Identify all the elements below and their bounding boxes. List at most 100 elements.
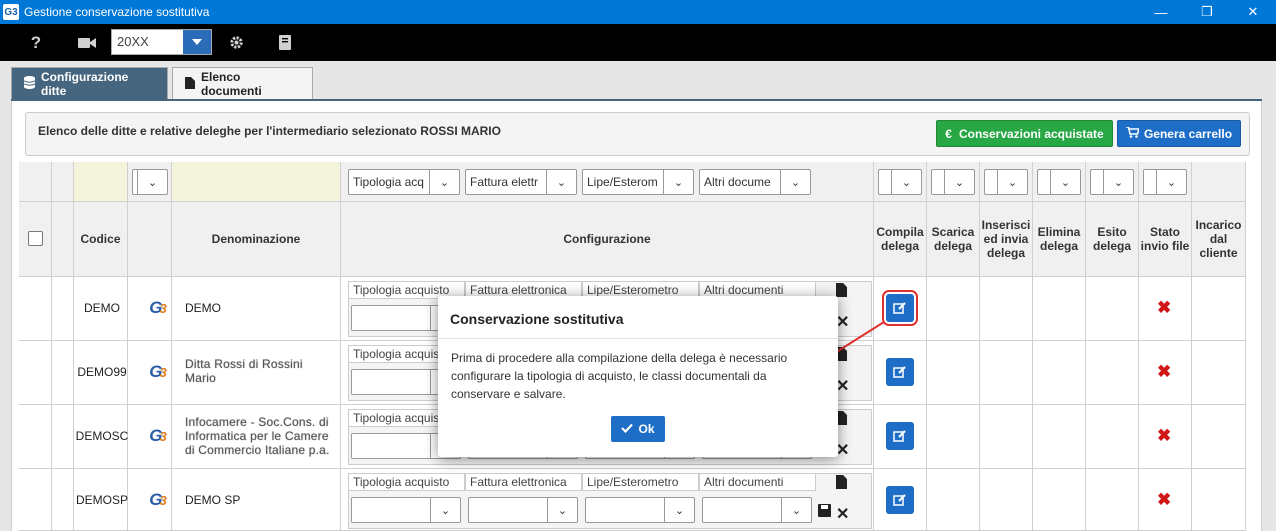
button-label: Ok xyxy=(638,422,655,436)
lipe-filter-select[interactable]: Lipe/Esterom ⌄ xyxy=(582,169,694,195)
window-title: Gestione conservazione sostitutiva xyxy=(24,5,210,19)
button-label: Genera carrello xyxy=(1143,126,1233,141)
conf-label-lipe: Lipe/Esterometro xyxy=(582,473,699,491)
logo-filter-select[interactable]: ⌄ xyxy=(132,169,168,195)
select-all-checkbox[interactable] xyxy=(28,231,43,246)
elimina-filter-select[interactable]: ⌄ xyxy=(1037,169,1081,195)
chevron-down-icon: ⌄ xyxy=(546,170,576,194)
header-configurazione: Configurazione xyxy=(341,202,874,277)
chevron-down-icon: ⌄ xyxy=(781,498,811,522)
row-codice: DEMOSC xyxy=(75,429,129,443)
header-esito-delega: Esito delega xyxy=(1086,202,1139,277)
header-elimina-delega: Elimina delega xyxy=(1033,202,1086,277)
header-compila-delega: Compila delega xyxy=(874,202,927,277)
conservazione-dialog: Conservazione sostitutiva Prima di proce… xyxy=(438,296,838,457)
file-icon xyxy=(185,76,195,92)
error-x-icon: ✖ xyxy=(1157,490,1172,509)
row-codice: DEMOSP xyxy=(75,493,128,507)
conf-label-tipologia: Tipologia acquisto xyxy=(348,473,465,491)
delete-icon[interactable]: ✕ xyxy=(836,376,849,396)
minimize-icon[interactable]: — xyxy=(1138,0,1184,24)
error-x-icon: ✖ xyxy=(1157,426,1172,445)
tipologia-filter-select[interactable]: Tipologia acq ⌄ xyxy=(348,169,460,195)
conf-tipologia-select[interactable]: ⌄ xyxy=(351,497,461,523)
checkmark-icon xyxy=(621,422,634,436)
scarica-filter-select[interactable]: ⌄ xyxy=(931,169,975,195)
error-x-icon: ✖ xyxy=(1157,298,1172,317)
conf-label-fattura: Fattura elettronica xyxy=(465,473,582,491)
tab-configurazione-ditte[interactable]: Configurazione ditte xyxy=(11,67,168,100)
compila-delega-button[interactable] xyxy=(886,358,914,386)
company-logo-icon: G3 xyxy=(149,490,167,509)
header-scarica-delega: Scarica delega xyxy=(927,202,980,277)
chevron-down-icon: ⌄ xyxy=(663,170,693,194)
company-logo-icon: G3 xyxy=(149,426,167,445)
conf-lipe-select[interactable]: ⌄ xyxy=(585,497,695,523)
video-camera-icon[interactable] xyxy=(77,24,97,61)
title-bar: G3 Gestione conservazione sostitutiva — … xyxy=(0,0,1276,24)
chevron-down-icon: ⌄ xyxy=(547,498,577,522)
compila-delega-button[interactable] xyxy=(886,486,914,514)
chevron-down-icon: ⌄ xyxy=(430,498,460,522)
app-logo-icon: G3 xyxy=(3,4,19,20)
tab-label: Configurazione ditte xyxy=(41,70,129,98)
chevron-down-icon: ⌄ xyxy=(780,170,810,194)
chevron-down-icon: ⌄ xyxy=(1103,170,1133,194)
conservazioni-acquistate-button[interactable]: € Conservazioni acquistate xyxy=(936,120,1113,147)
save-icon[interactable] xyxy=(818,504,831,520)
altri-filter-select[interactable]: Altri docume ⌄ xyxy=(699,169,811,195)
help-icon[interactable]: ? xyxy=(28,24,44,61)
delete-icon[interactable]: ✕ xyxy=(836,312,849,332)
row-denominazione: Infocamere - Soc.Cons. di Informatica pe… xyxy=(185,415,330,457)
dialog-title: Conservazione sostitutiva xyxy=(450,311,624,327)
tab-label: Elenco documenti xyxy=(201,70,262,98)
button-label: Conservazioni acquistate xyxy=(958,126,1104,141)
conf-altri-select[interactable]: ⌄ xyxy=(702,497,812,523)
esito-filter-select[interactable]: ⌄ xyxy=(1090,169,1134,195)
chevron-down-icon: ⌄ xyxy=(997,170,1027,194)
compila-delega-button[interactable] xyxy=(886,422,914,450)
gear-icon[interactable] xyxy=(228,24,244,61)
dialog-message: Prima di procedere alla compilazione del… xyxy=(451,351,788,401)
chevron-down-icon[interactable] xyxy=(183,30,211,54)
ok-button[interactable]: Ok xyxy=(611,416,665,442)
header-codice[interactable]: Codice xyxy=(74,202,128,277)
compila-filter-select[interactable]: ⌄ xyxy=(878,169,922,195)
maximize-icon[interactable]: ❐ xyxy=(1184,0,1230,24)
delete-icon[interactable]: ✕ xyxy=(836,504,849,524)
shopping-cart-icon xyxy=(1125,125,1141,141)
genera-carrello-button[interactable]: Genera carrello xyxy=(1117,120,1241,147)
conf-label-altri: Altri documenti xyxy=(699,473,816,491)
year-select[interactable]: 20XX xyxy=(111,29,212,55)
stato-filter-select[interactable]: ⌄ xyxy=(1143,169,1187,195)
row-denominazione: Ditta Rossi di Rossini Mario xyxy=(185,357,303,385)
row-codice: DEMO99 xyxy=(77,365,127,379)
company-logo-icon: G3 xyxy=(149,362,167,381)
compila-delega-button[interactable] xyxy=(882,290,918,326)
chevron-down-icon: ⌄ xyxy=(1050,170,1080,194)
row-denominazione: DEMO xyxy=(185,301,221,315)
chevron-down-icon: ⌄ xyxy=(137,170,167,194)
book-icon[interactable] xyxy=(278,24,292,61)
year-value: 20XX xyxy=(117,34,149,49)
header-inserisci-delega: Inserisci ed invia delega xyxy=(980,202,1033,277)
chevron-down-icon: ⌄ xyxy=(664,498,694,522)
tab-elenco-documenti[interactable]: Elenco documenti xyxy=(172,67,313,100)
close-icon[interactable]: ✕ xyxy=(1230,0,1276,24)
error-x-icon: ✖ xyxy=(1157,362,1172,381)
header-stato-invio: Stato invio file xyxy=(1139,202,1192,277)
chevron-down-icon: ⌄ xyxy=(891,170,921,194)
row-codice: DEMO xyxy=(84,301,120,315)
chevron-down-icon: ⌄ xyxy=(429,170,459,194)
info-box: Elenco delle ditte e relative deleghe pe… xyxy=(25,112,1250,156)
delete-icon[interactable]: ✕ xyxy=(836,440,849,460)
chevron-down-icon: ⌄ xyxy=(1156,170,1186,194)
header-denominazione[interactable]: Denominazione xyxy=(172,202,341,277)
conf-fattura-select[interactable]: ⌄ xyxy=(468,497,578,523)
header-incarico: Incarico dal cliente xyxy=(1192,202,1246,277)
inserisci-filter-select[interactable]: ⌄ xyxy=(984,169,1028,195)
chevron-down-icon: ⌄ xyxy=(944,170,974,194)
fattura-filter-select[interactable]: Fattura elettr ⌄ xyxy=(465,169,577,195)
row-denominazione: DEMO SP xyxy=(185,493,241,507)
file-icon[interactable] xyxy=(836,475,847,492)
